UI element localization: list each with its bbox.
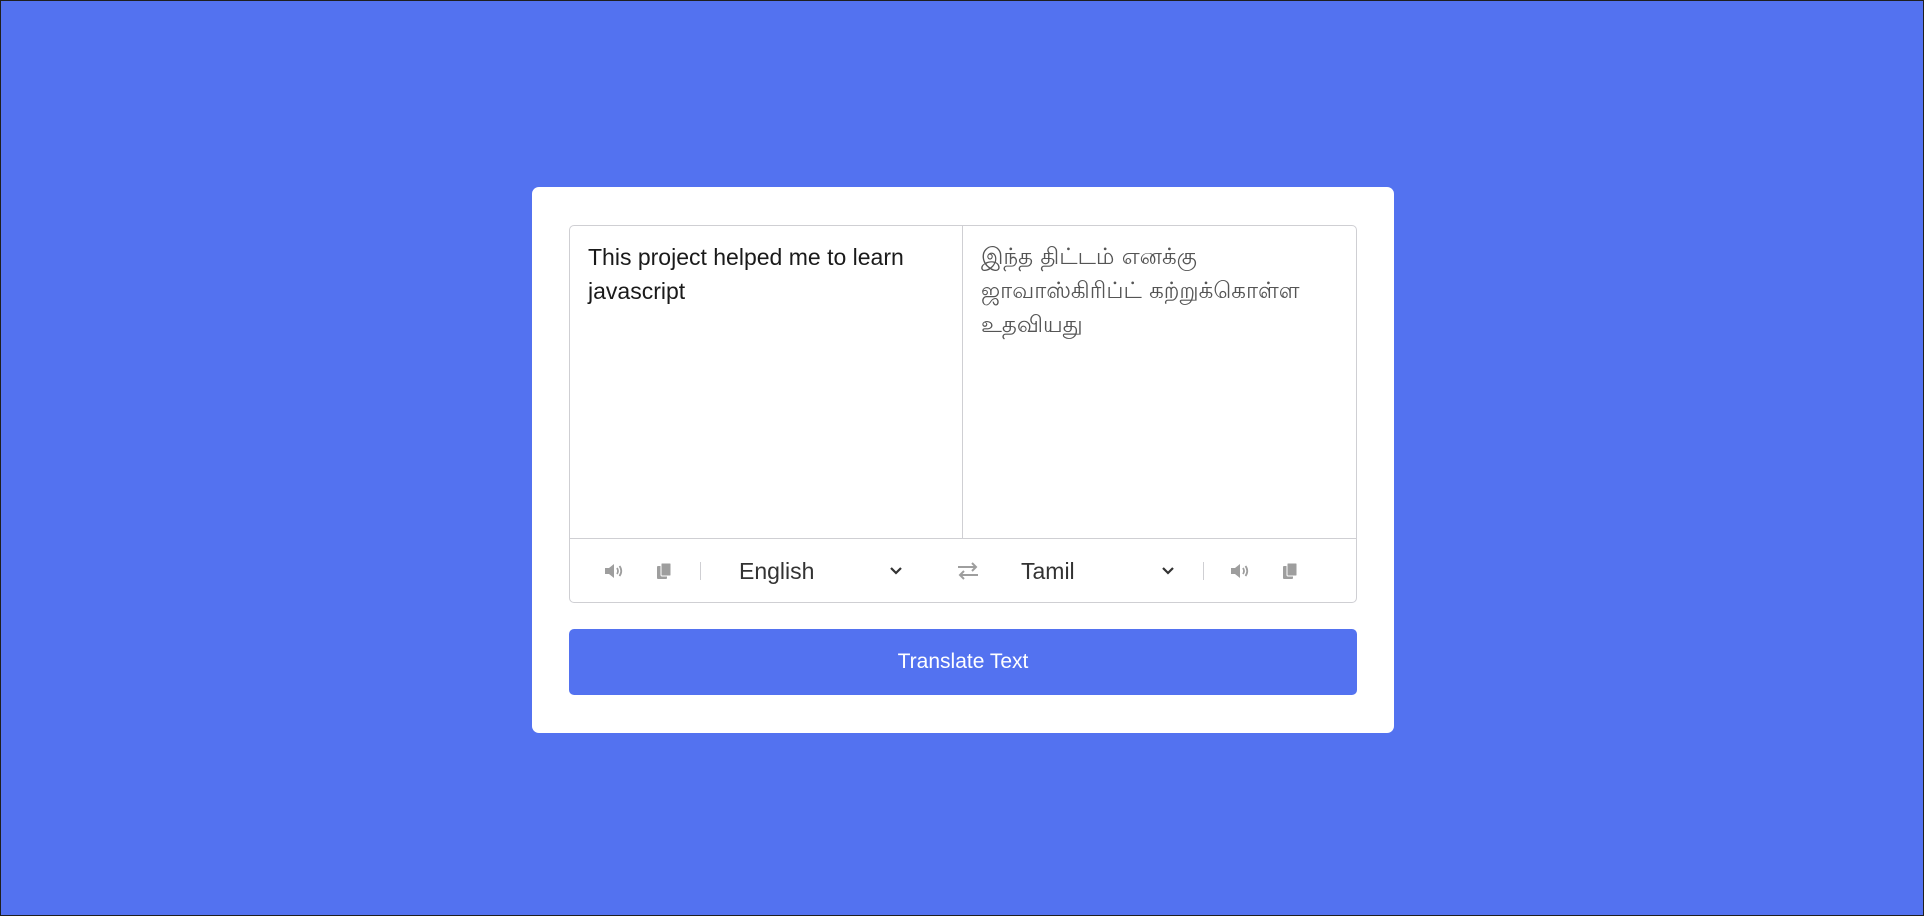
textareas: This project helped me to learn javascri… (570, 226, 1356, 539)
chevron-down-icon (890, 567, 902, 575)
to-language-label: Tamil (1021, 557, 1075, 584)
translator-card: This project helped me to learn javascri… (532, 187, 1394, 733)
to-text-area[interactable]: இந்த திட்டம் எனக்கு ஜாவாஸ்கிரிப்ட் கற்று… (963, 226, 1356, 538)
from-language-label: English (739, 557, 815, 584)
copy-icon[interactable] (652, 562, 676, 580)
to-icons (1203, 562, 1302, 580)
from-text-area[interactable]: This project helped me to learn javascri… (570, 226, 963, 538)
page-background: This project helped me to learn javascri… (0, 0, 1924, 916)
from-language-select[interactable]: English (739, 558, 903, 585)
copy-icon[interactable] (1278, 562, 1302, 580)
chevron-down-icon (1162, 567, 1174, 575)
volume-icon[interactable] (602, 562, 626, 580)
from-icons (602, 562, 701, 580)
volume-icon[interactable] (1228, 562, 1252, 580)
exchange-icon[interactable] (955, 562, 981, 580)
text-input-panel: This project helped me to learn javascri… (569, 225, 1357, 603)
controls-bar: English Tamil (570, 539, 1356, 602)
translate-button[interactable]: Translate Text (569, 629, 1357, 695)
to-language-select[interactable]: Tamil (1021, 558, 1175, 585)
